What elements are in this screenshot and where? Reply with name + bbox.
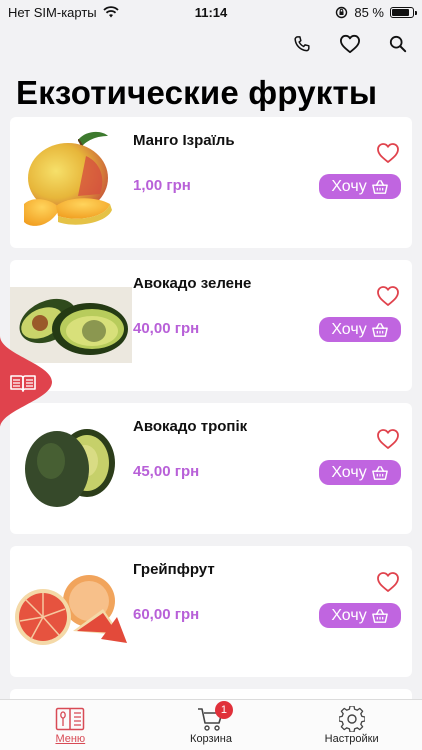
product-card-avocado-green[interactable]: Авокадо зелене 40,00 грн Хочу xyxy=(10,260,412,391)
tab-cart[interactable]: 1 Корзина xyxy=(151,701,271,745)
product-price: 40,00 грн xyxy=(133,320,200,337)
heart-icon xyxy=(339,34,360,54)
basket-icon xyxy=(371,179,388,194)
wifi-icon xyxy=(103,6,119,18)
basket-icon xyxy=(371,465,388,480)
product-price: 60,00 грн xyxy=(133,606,200,623)
tab-settings-label: Настройки xyxy=(324,733,379,745)
menu-book-icon xyxy=(54,705,86,733)
product-name: Авокадо зелене xyxy=(133,275,252,292)
grapefruit-image xyxy=(10,551,132,671)
tab-settings[interactable]: Настройки xyxy=(292,705,412,745)
status-left: Нет SIM-карты xyxy=(8,5,119,20)
product-price: 1,00 грн xyxy=(133,177,191,194)
status-right: 85 % xyxy=(335,4,417,20)
product-name: Авокадо тропік xyxy=(133,418,248,435)
want-label: Хочу xyxy=(331,177,367,195)
search-icon xyxy=(389,35,407,53)
battery-percent: 85 % xyxy=(354,4,384,20)
book-icon xyxy=(10,375,36,392)
want-button[interactable]: Хочу xyxy=(319,460,401,485)
status-time: 11:14 xyxy=(194,4,228,20)
bottom-tab-bar: Меню 1 Корзина Настройки xyxy=(0,699,422,750)
want-button[interactable]: Хочу xyxy=(319,317,401,342)
tab-menu-label: Меню xyxy=(55,733,86,745)
heart-icon[interactable] xyxy=(376,142,400,164)
carrier-label: Нет SIM-карты xyxy=(8,4,97,20)
want-label: Хочу xyxy=(331,606,367,624)
want-button[interactable]: Хочу xyxy=(319,174,401,199)
orientation-lock-icon xyxy=(336,6,348,18)
want-button[interactable]: Хочу xyxy=(319,603,401,628)
product-list: Манго Ізраїль 1,00 грн Хочу Авокадо зеле… xyxy=(10,117,412,721)
mango-image xyxy=(10,122,132,242)
battery-icon xyxy=(390,6,417,18)
basket-icon xyxy=(371,322,388,337)
want-label: Хочу xyxy=(331,320,367,338)
cart-badge: 1 xyxy=(214,701,233,719)
product-card-mango[interactable]: Манго Ізраїль 1,00 грн Хочу xyxy=(10,117,412,248)
tab-cart-label: Корзина xyxy=(190,733,232,745)
basket-icon xyxy=(371,608,388,623)
product-name: Манго Ізраїль xyxy=(133,132,235,149)
want-label: Хочу xyxy=(331,463,367,481)
gear-icon xyxy=(336,705,368,733)
phone-button[interactable] xyxy=(288,30,316,58)
product-price: 45,00 грн xyxy=(133,463,200,480)
top-actions xyxy=(288,30,412,58)
status-bar: Нет SIM-карты 11:14 85 % xyxy=(0,0,422,24)
page-title: Екзотические фрукты xyxy=(16,74,378,111)
product-card-avocado-tropic[interactable]: Авокадо тропік 45,00 грн Хочу xyxy=(10,403,412,534)
heart-icon[interactable] xyxy=(376,285,400,307)
heart-icon[interactable] xyxy=(376,571,400,593)
menu-side-tab[interactable] xyxy=(0,336,52,428)
favorites-button[interactable] xyxy=(336,30,364,58)
heart-icon[interactable] xyxy=(376,428,400,450)
cart-icon: 1 xyxy=(195,701,233,733)
product-card-grapefruit[interactable]: Грейпфрут 60,00 грн Хочу xyxy=(10,546,412,677)
product-name: Грейпфрут xyxy=(133,561,215,578)
phone-icon xyxy=(294,36,310,52)
search-button[interactable] xyxy=(384,30,412,58)
tab-menu[interactable]: Меню xyxy=(10,705,130,745)
